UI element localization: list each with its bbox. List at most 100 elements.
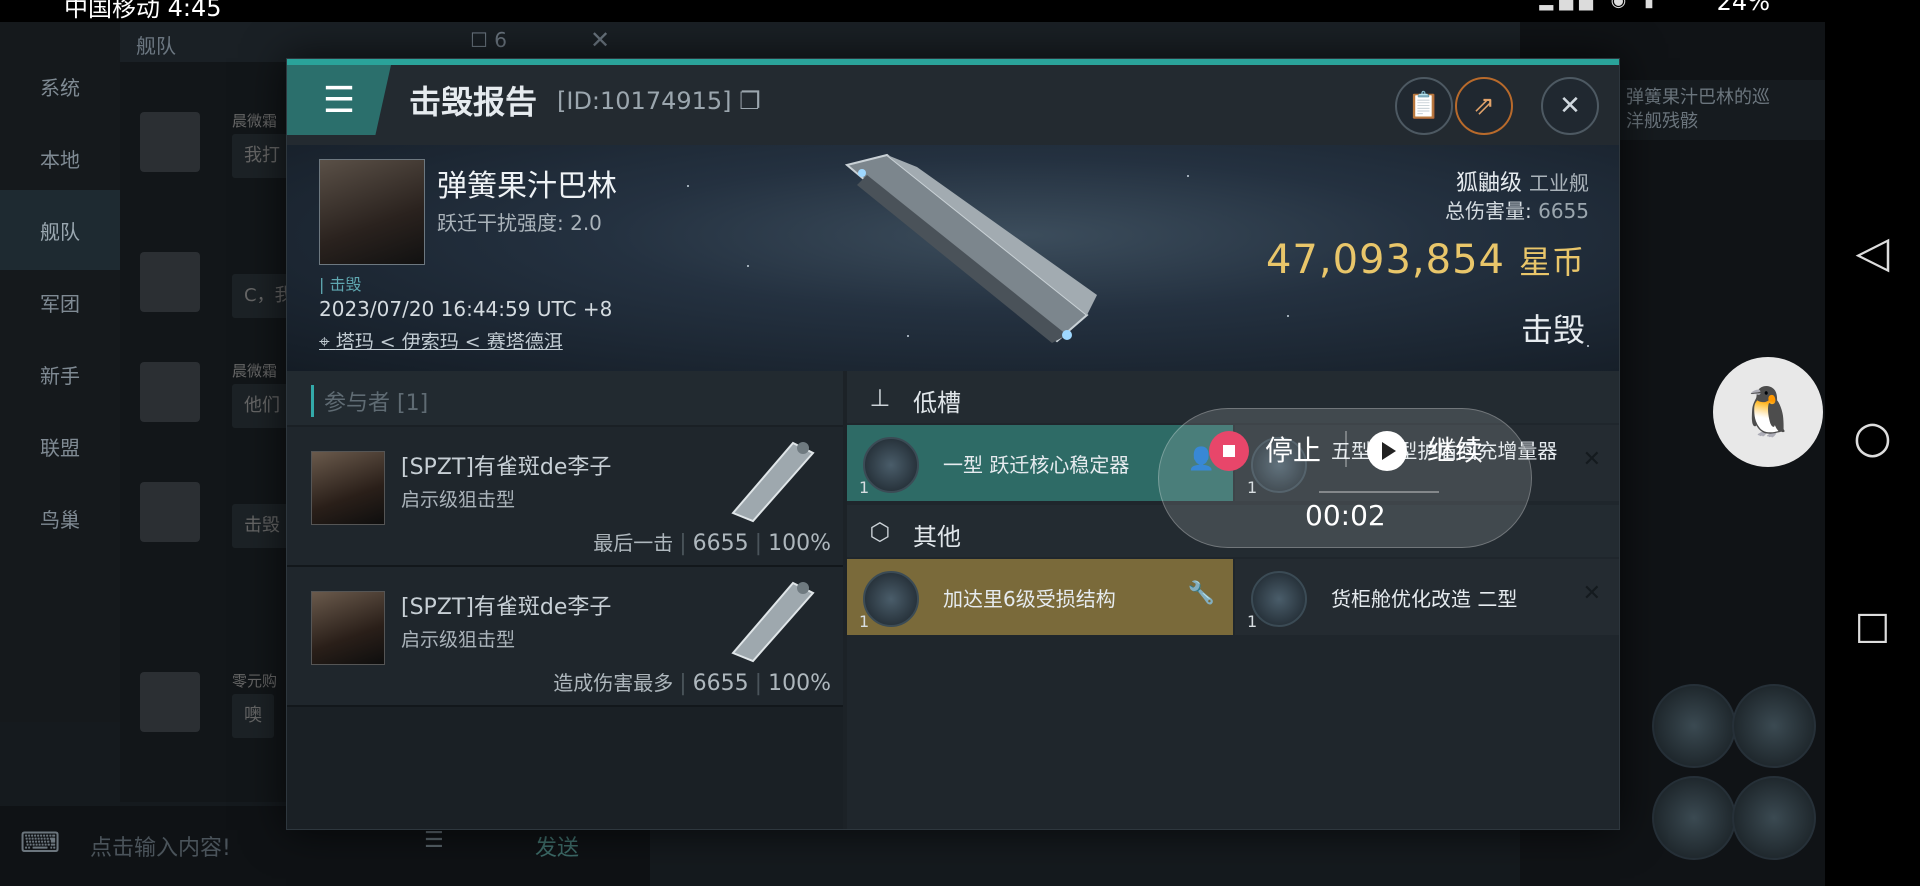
participant-row[interactable]: [SPZT]有雀斑de李子 启示级狙击型 造成伤害最多 | 6655 | 100% xyxy=(287,567,843,707)
ship-class-name: 狐鼬级 xyxy=(1455,171,1522,196)
participants-header: 参与者 [1] xyxy=(287,371,843,425)
sidebar-item[interactable]: 舰队 xyxy=(0,190,120,270)
kill-location[interactable]: ⌖ 塔玛 < 伊索玛 < 赛塔德洱 xyxy=(319,327,563,354)
killmail-id[interactable]: [ID:10174915] ❐ xyxy=(557,87,761,115)
share-icon[interactable]: ⇗ xyxy=(1455,77,1513,135)
hamburger-menu-icon[interactable]: ☰ xyxy=(287,65,391,135)
home-circle-icon[interactable]: ○ xyxy=(1825,412,1920,463)
isk-value: 47,093,854 星币 xyxy=(1266,237,1585,283)
sidebar-item[interactable]: 鸟巢 xyxy=(0,478,120,558)
carrier-time: 中国移动 4:45 xyxy=(64,0,222,22)
qq-floating-icon[interactable]: 🐧 xyxy=(1713,357,1823,467)
isk-unit: 星币 xyxy=(1518,243,1585,281)
chat-message: 噢 xyxy=(232,694,274,738)
sidebar-item[interactable]: 联盟 xyxy=(0,406,120,486)
kill-time: 2023/07/20 16:44:59 UTC +8 xyxy=(319,297,613,321)
kill-tag-text: 击毁 xyxy=(329,275,362,294)
total-damage-label: 总伤害量: xyxy=(1444,199,1532,223)
play-icon[interactable] xyxy=(1367,431,1407,471)
close-icon[interactable]: ✕ xyxy=(1541,77,1599,135)
fit-item-qty: 1 xyxy=(1247,612,1258,631)
chat-avatar[interactable] xyxy=(140,672,200,732)
kill-location-text: 塔玛 < 伊索玛 < 赛塔德洱 xyxy=(335,331,563,353)
stop-icon[interactable] xyxy=(1209,431,1249,471)
victim-portrait[interactable] xyxy=(319,159,425,265)
weapon-icon xyxy=(731,581,815,663)
module-icon xyxy=(863,571,919,627)
chat-message: 击毁 xyxy=(232,504,292,548)
participants-panel: 参与者 [1] [SPZT]有雀斑de李子 启示级狙击型 最后一击 | 6655 | 1… xyxy=(287,371,843,829)
chat-sender: 晨微霜 xyxy=(232,112,278,130)
fit-item[interactable]: 1 货柜舱优化改造 二型 ✕ xyxy=(1235,559,1619,635)
participant-damage: 6655 xyxy=(692,531,749,556)
chat-avatar[interactable] xyxy=(140,252,200,312)
copy-icon[interactable]: ❐ xyxy=(739,87,761,115)
fit-item[interactable]: 1 加达里6级受损结构 🔧 xyxy=(847,559,1233,635)
total-damage-value: 6655 xyxy=(1538,199,1589,223)
resume-button[interactable]: 继续 xyxy=(1427,429,1483,469)
participant-row[interactable]: [SPZT]有雀斑de李子 启示级狙击型 最后一击 | 6655 | 100% xyxy=(287,427,843,567)
participants-title: 参与者 [1] xyxy=(311,385,428,417)
total-damage: 总伤害量: 6655 xyxy=(1445,195,1589,224)
notice-line-1: 弹簧果汁巴林的巡 xyxy=(1626,87,1770,108)
skill-slot[interactable] xyxy=(1732,684,1816,768)
participant-ship: 启示级狙击型 xyxy=(401,629,516,651)
unread-count: ☐ 6 xyxy=(470,28,508,52)
send-button[interactable]: 发送 xyxy=(535,830,579,862)
sidebar-item[interactable]: 军团 xyxy=(0,262,120,342)
warp-disruption-strength: 跃迁干扰强度: 2.0 xyxy=(437,211,602,235)
status-bar: 中国移动 4:45 ▂▄▆ ◉ ▮ 24% xyxy=(0,0,1920,22)
skill-slot[interactable] xyxy=(1732,776,1816,860)
module-icon xyxy=(1251,571,1307,627)
chat-avatar[interactable] xyxy=(140,112,200,172)
ship-illustration xyxy=(844,153,1097,343)
keyboard-icon[interactable]: ⌨ xyxy=(20,826,60,859)
location-pin-icon: ⌖ xyxy=(319,331,330,353)
close-chat-icon[interactable]: ✕ xyxy=(590,26,610,54)
chat-input[interactable]: 点击输入内容! xyxy=(90,830,231,862)
low-slot-icon: ⊥ xyxy=(869,384,891,412)
wrench-icon: 🔧 xyxy=(1187,581,1215,606)
ship-class-type: 工业舰 xyxy=(1529,171,1589,195)
participant-role: 最后一击 xyxy=(593,531,674,555)
recorder-progress-line xyxy=(1319,491,1439,493)
back-triangle-icon[interactable]: ◁ xyxy=(1825,227,1920,278)
recorder-divider xyxy=(1345,431,1347,467)
chat-avatar[interactable] xyxy=(140,362,200,422)
clipboard-icon[interactable]: 📋 xyxy=(1395,77,1453,135)
chat-message: 他们 xyxy=(232,384,292,428)
fit-item-name: 货柜舱优化改造 二型 xyxy=(1331,587,1518,611)
participant-stats: 最后一击 | 6655 | 100% xyxy=(593,531,831,556)
chat-avatar[interactable] xyxy=(140,482,200,542)
participant-avatar xyxy=(311,451,385,525)
dialog-title: 击毁报告 xyxy=(409,83,538,121)
skill-slot[interactable] xyxy=(1652,684,1736,768)
sidebar-item[interactable]: 本地 xyxy=(0,118,120,198)
module-icon xyxy=(863,437,919,493)
ship-class: 狐鼬级 工业舰 xyxy=(1456,165,1589,197)
fit-section-label: 低槽 xyxy=(913,389,961,417)
android-nav-bar: ◁ ○ ☐ xyxy=(1825,22,1920,886)
skill-slot[interactable] xyxy=(1652,776,1736,860)
chat-channel-title: 舰队 xyxy=(136,34,176,58)
chat-message: 我打 xyxy=(232,134,292,178)
sidebar-item[interactable]: 新手 xyxy=(0,334,120,414)
cube-icon: ⬡ xyxy=(869,518,891,546)
pickup-notice[interactable]: 弹簧果汁巴林的巡 洋舰残骸 xyxy=(1590,80,1825,140)
recents-square-icon[interactable]: ☐ xyxy=(1825,607,1920,653)
participant-ship: 启示级狙击型 xyxy=(401,489,516,511)
list-icon[interactable]: ☰ xyxy=(424,828,444,853)
sidebar-item[interactable]: 系统 xyxy=(0,46,120,126)
victim-name[interactable]: 弹簧果汁巴林 xyxy=(437,161,617,205)
victim-banner: 弹簧果汁巴林 跃迁干扰强度: 2.0 | 击毁 2023/07/20 16:44… xyxy=(287,145,1619,371)
participant-name: [SPZT]有雀斑de李子 xyxy=(401,455,612,480)
participant-name: [SPZT]有雀斑de李子 xyxy=(401,595,612,620)
isk-amount: 47,093,854 xyxy=(1265,237,1505,283)
chat-sender: 晨微霜 xyxy=(232,362,278,380)
stop-button[interactable]: 停止 xyxy=(1265,429,1321,469)
participant-damage: 6655 xyxy=(692,671,749,696)
participant-stats: 造成伤害最多 | 6655 | 100% xyxy=(553,671,831,696)
participant-avatar xyxy=(311,591,385,665)
fit-section-label: 其他 xyxy=(913,523,961,551)
screen-recorder-overlay: 停止 继续 00:02 xyxy=(1158,408,1532,548)
